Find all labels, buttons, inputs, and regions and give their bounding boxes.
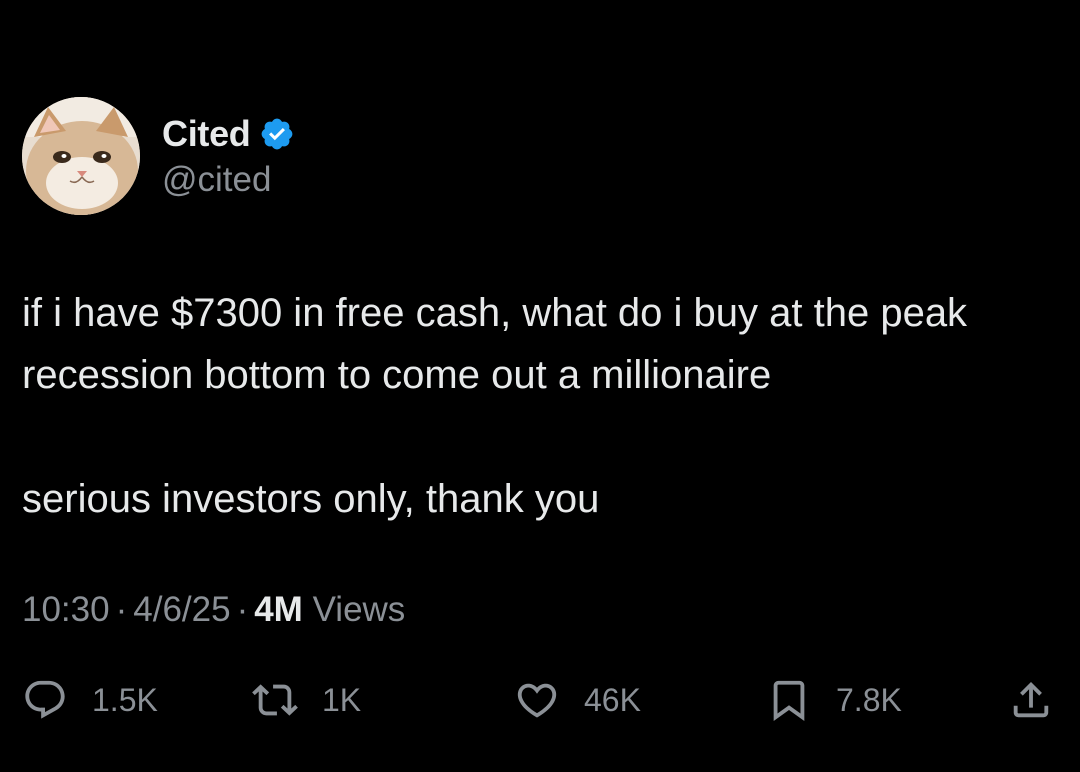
tweet-card: Cited @cited if i have $7300 in free cas… [0,0,1080,772]
tweet-paragraph: serious investors only, thank you [22,477,600,521]
action-bar: 1.5K 1K 46K 7.8K [0,672,1080,728]
bookmark-button[interactable]: 7.8K [766,672,902,728]
tweet-time[interactable]: 10:30 [22,590,110,629]
retweet-icon [252,684,298,716]
avatar[interactable] [22,97,140,215]
author-name-row: Cited [162,112,295,156]
author-display-name[interactable]: Cited [162,113,251,155]
tweet-text: if i have $7300 in free cash, what do i … [22,282,1042,530]
reply-button[interactable]: 1.5K [22,672,158,728]
share-icon [1013,681,1049,718]
tweet-paragraph: if i have $7300 in free cash, what do i … [22,291,968,397]
separator-dot: · [236,590,249,629]
tweet-date[interactable]: 4/6/25 [133,590,230,629]
bookmark-icon [773,680,805,721]
views-label: Views [312,590,406,629]
separator-dot: · [115,590,128,629]
heart-icon [517,683,557,718]
retweet-count: 1K [322,681,362,718]
like-count: 46K [584,681,641,718]
like-button[interactable]: 46K [514,672,641,728]
cat-avatar-image [22,97,140,215]
views-count[interactable]: 4M [254,590,303,629]
retweet-button[interactable]: 1K [252,672,361,728]
author-handle[interactable]: @cited [162,160,295,200]
share-button[interactable] [1008,672,1054,728]
tweet-meta: 10:30 · 4/6/25 · 4M Views [22,590,405,630]
reply-count: 1.5K [92,681,158,718]
bookmark-count: 7.8K [836,681,902,718]
tweet-header: Cited @cited [22,96,295,216]
author-names: Cited @cited [162,112,295,200]
verified-badge-icon[interactable] [259,116,295,152]
reply-icon [25,680,65,719]
